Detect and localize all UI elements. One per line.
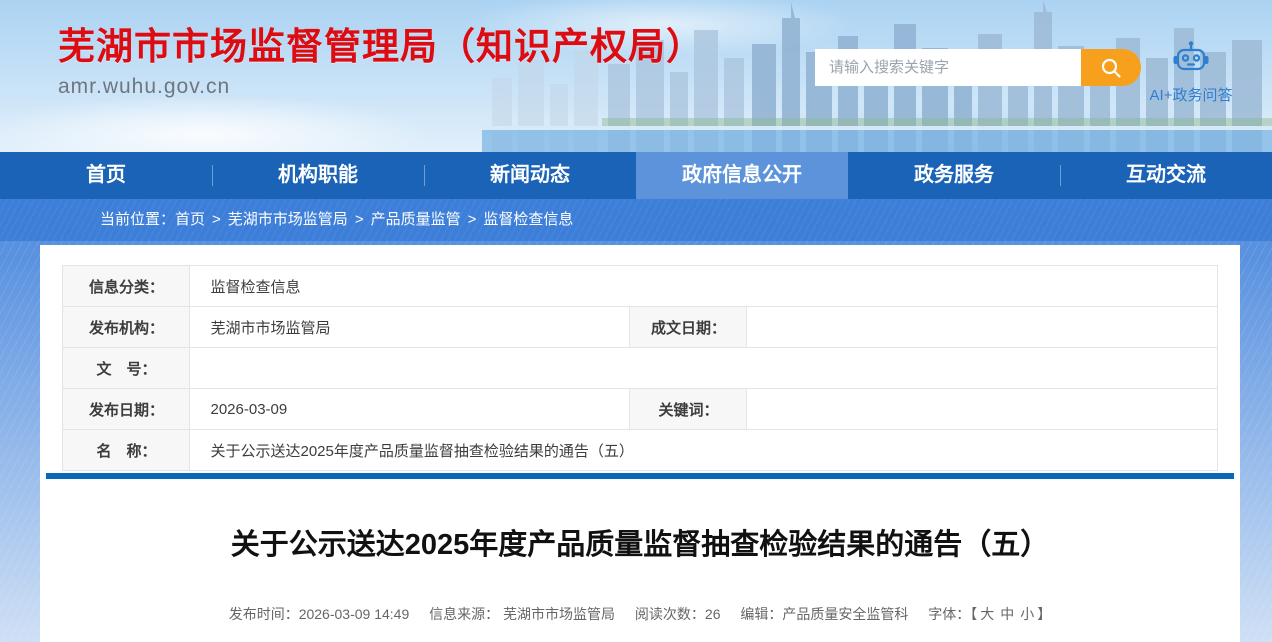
breadcrumb-home[interactable]: 首页 xyxy=(175,211,205,228)
accent-divider-bar xyxy=(46,473,1234,479)
site-titles: 芜湖市市场监督管理局（知识产权局） amr.wuhu.gov.cn xyxy=(58,16,704,99)
breadcrumb-inspection[interactable]: 监督检查信息 xyxy=(483,211,573,228)
content-card: 信息分类： 监督检查信息 发布机构： 芜湖市市场监管局 成文日期： 文 号： 发… xyxy=(40,245,1240,642)
font-bracket-close: 】 xyxy=(1037,606,1052,622)
meta-views-value: 26 xyxy=(704,606,721,622)
search-button[interactable] xyxy=(1081,49,1141,86)
doc-keywords-label: 关键词： xyxy=(629,388,748,430)
meta-source-label: 信息来源： xyxy=(429,606,500,622)
nav-item-interaction[interactable]: 互动交流 xyxy=(1060,152,1272,199)
site-logo-link[interactable]: 芜湖市市场监督管理局（知识产权局） amr.wuhu.gov.cn xyxy=(44,16,703,126)
meta-font-control: 字体：【大中小】 xyxy=(928,606,1051,622)
table-row: 发布机构： 芜湖市市场监管局 成文日期： xyxy=(62,306,1218,348)
doc-info-table: 信息分类： 监督检查信息 发布机构： 芜湖市市场监管局 成文日期： 文 号： 发… xyxy=(62,265,1218,471)
search-input[interactable] xyxy=(815,49,1081,86)
nav-item-functions[interactable]: 机构职能 xyxy=(212,152,424,199)
meta-source: 信息来源： 芜湖市市场监管局 xyxy=(429,606,615,622)
doc-publish-date-label: 发布日期： xyxy=(62,388,191,430)
page: 芜湖市市场监督管理局（知识产权局） amr.wuhu.gov.cn 请输入搜索关… xyxy=(0,0,1272,642)
article-meta: 发布时间：2026-03-09 14:49 信息来源： 芜湖市市场监管局 阅读次… xyxy=(40,604,1240,624)
doc-name-value: 关于公示送达2025年度产品质量监督抽查检验结果的通告（五） xyxy=(189,429,1218,471)
meta-views-label: 阅读次数： xyxy=(634,606,705,622)
meta-editor: 编辑：产品质量安全监管科 xyxy=(740,606,908,622)
site-title: 芜湖市市场监督管理局（知识产权局） xyxy=(58,26,704,67)
main-nav: 首页 机构职能 新闻动态 政府信息公开 政务服务 互动交流 xyxy=(0,152,1272,199)
doc-agency-label: 发布机构： xyxy=(62,306,191,348)
doc-written-date-value xyxy=(746,306,1218,348)
site-url: amr.wuhu.gov.cn xyxy=(58,74,231,98)
doc-written-date-label: 成文日期： xyxy=(629,306,748,348)
doc-name-label: 名 称： xyxy=(62,429,191,471)
table-row: 发布日期： 2026-03-09 关键词： xyxy=(62,388,1218,430)
meta-views: 阅读次数：26 xyxy=(635,606,721,622)
site-search xyxy=(815,49,1141,86)
meta-publish-time-label: 发布时间： xyxy=(228,606,299,622)
doc-keywords-value xyxy=(746,388,1218,430)
nav-item-services[interactable]: 政务服务 xyxy=(848,152,1060,199)
doc-category-value: 监督检查信息 xyxy=(189,265,1218,307)
table-row: 文 号： xyxy=(62,347,1218,389)
breadcrumb-separator: > xyxy=(354,211,364,228)
article-title: 关于公示送达2025年度产品质量监督抽查检验结果的通告（五） xyxy=(230,529,1050,561)
meta-publish-time: 发布时间：2026-03-09 14:49 xyxy=(229,606,410,622)
breadcrumb-separator: > xyxy=(467,211,477,228)
meta-font-label: 字体： xyxy=(928,606,971,622)
nav-item-news[interactable]: 新闻动态 xyxy=(424,152,636,199)
breadcrumb-quality[interactable]: 产品质量监管 xyxy=(371,211,461,228)
doc-number-label: 文 号： xyxy=(62,347,191,389)
nav-item-gov-info[interactable]: 政府信息公开 xyxy=(636,152,848,199)
nav-item-home[interactable]: 首页 xyxy=(0,152,212,199)
breadcrumb: 当前位置：首页 > 芜湖市市场监管局 > 产品质量监管 > 监督检查信息 xyxy=(0,199,1272,241)
site-header: 芜湖市市场监督管理局（知识产权局） amr.wuhu.gov.cn 请输入搜索关… xyxy=(0,0,1272,152)
doc-agency-value: 芜湖市市场监管局 xyxy=(189,306,631,348)
font-bracket-open: 【 xyxy=(970,606,978,622)
table-row: 名 称： 关于公示送达2025年度产品质量监督抽查检验结果的通告（五） xyxy=(62,429,1218,471)
meta-source-value: 芜湖市市场监管局 xyxy=(503,606,616,622)
meta-editor-value: 产品质量安全监管科 xyxy=(782,606,909,622)
font-size-medium-button[interactable]: 中 xyxy=(1000,606,1014,622)
font-size-large-button[interactable]: 大 xyxy=(980,606,994,622)
doc-publish-date-value: 2026-03-09 xyxy=(189,388,631,430)
ai-qa-entry[interactable]: AI+政务问答 xyxy=(1146,40,1236,105)
robot-icon xyxy=(1173,41,1209,71)
meta-publish-time-value: 2026-03-09 14:49 xyxy=(298,606,410,622)
breadcrumb-bureau[interactable]: 芜湖市市场监管局 xyxy=(228,211,348,228)
breadcrumb-separator: > xyxy=(212,211,221,228)
doc-category-label: 信息分类： xyxy=(62,265,191,307)
breadcrumb-prefix: 当前位置： xyxy=(100,211,176,228)
font-size-small-button[interactable]: 小 xyxy=(1020,606,1034,622)
meta-editor-label: 编辑： xyxy=(740,606,783,622)
ai-qa-label: AI+政务问答 xyxy=(1149,87,1233,104)
doc-number-value xyxy=(189,347,1218,389)
search-icon xyxy=(1101,58,1121,78)
table-row: 信息分类： 监督检查信息 xyxy=(62,265,1218,307)
